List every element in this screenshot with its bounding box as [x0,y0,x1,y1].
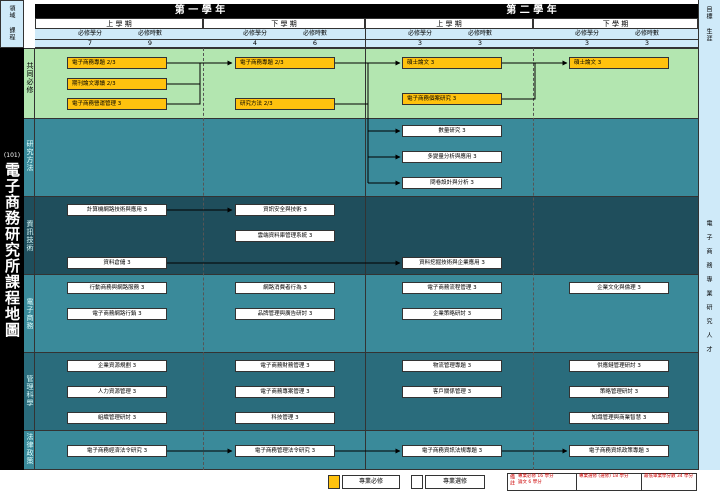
note-2: 專業選修 (選修) 18 學分 [576,474,638,490]
course-ec-4: 企業文化與倫理 3 [569,282,669,294]
course-mg-1: 企業資源規劃 3 [67,360,167,372]
course-core-4: 碩士論文 3 [569,57,669,69]
note-3: 最低畢業學分數 34 學分 [641,474,697,490]
course-core-1: 電子商務專題 2/3 [67,57,167,69]
course-core-7: 研究方法 2/3 [235,98,335,110]
course-it-4: 資料倉儲 3 [67,257,167,269]
notes-title: 備註 [509,474,515,486]
course-law-2: 電子商務管理法令研究 3 [235,445,335,457]
course-law-1: 電子商務經濟法令研究 3 [67,445,167,457]
legend-core-label: 專業必修 [342,475,400,489]
course-core-8: 電子商務個案研究 3 [402,93,502,105]
course-ec-7: 企業策略研討 3 [402,308,502,320]
course-mg-3: 物流管理專題 3 [402,360,502,372]
course-mg-4: 供應鏈管理研討 3 [569,360,669,372]
course-core-2: 電子商務專題 2/3 [235,57,335,69]
course-ec-2: 網路消費者行為 3 [235,282,335,294]
course-research-1: 數量研究 3 [402,125,502,137]
course-it-3: 雲端資料庫管理系統 3 [235,230,335,242]
course-ec-6: 品牌管理與廣告研討 3 [235,308,335,320]
course-core-3: 碩士論文 3 [402,57,502,69]
course-mg-6: 電子商務專案管理 3 [235,386,335,398]
course-ec-3: 電子商務流程管理 3 [402,282,502,294]
course-mg-10: 科技管理 3 [235,412,335,424]
course-mg-5: 人力資源管理 3 [67,386,167,398]
legend-elective-label: 專業選修 [425,475,485,489]
course-mg-8: 策略管理研討 3 [569,386,669,398]
course-research-2: 多變量分析與應用 3 [402,151,502,163]
course-core-5: 期刊論文導讀 2/3 [67,78,167,90]
course-mg-11: 知識管理與商業智慧 3 [569,412,669,424]
course-ec-5: 電子商務網路行銷 3 [67,308,167,320]
course-it-2: 資訊安全與技術 3 [235,204,335,216]
course-law-4: 電子商務資訊政策專題 3 [569,445,669,457]
course-research-3: 問卷設計與分析 3 [402,177,502,189]
course-mg-7: 客戶關係管理 3 [402,386,502,398]
course-mg-9: 組織管理研討 3 [67,412,167,424]
note-1: 專業必修 16 學分 論文 6 學分 [518,474,554,485]
course-ec-1: 行動商務與網路服務 3 [67,282,167,294]
legend-elective-swatch [411,475,423,489]
course-core-6: 電子商務營運管理 3 [67,98,167,110]
course-it-5: 資料挖掘技術與企業應用 3 [402,257,502,269]
course-mg-2: 電子商務財務管理 3 [235,360,335,372]
legend-core-swatch [328,475,340,489]
course-law-3: 電子商務資訊法規專題 3 [402,445,502,457]
course-it-1: 計算機網路技術與應用 3 [67,204,167,216]
